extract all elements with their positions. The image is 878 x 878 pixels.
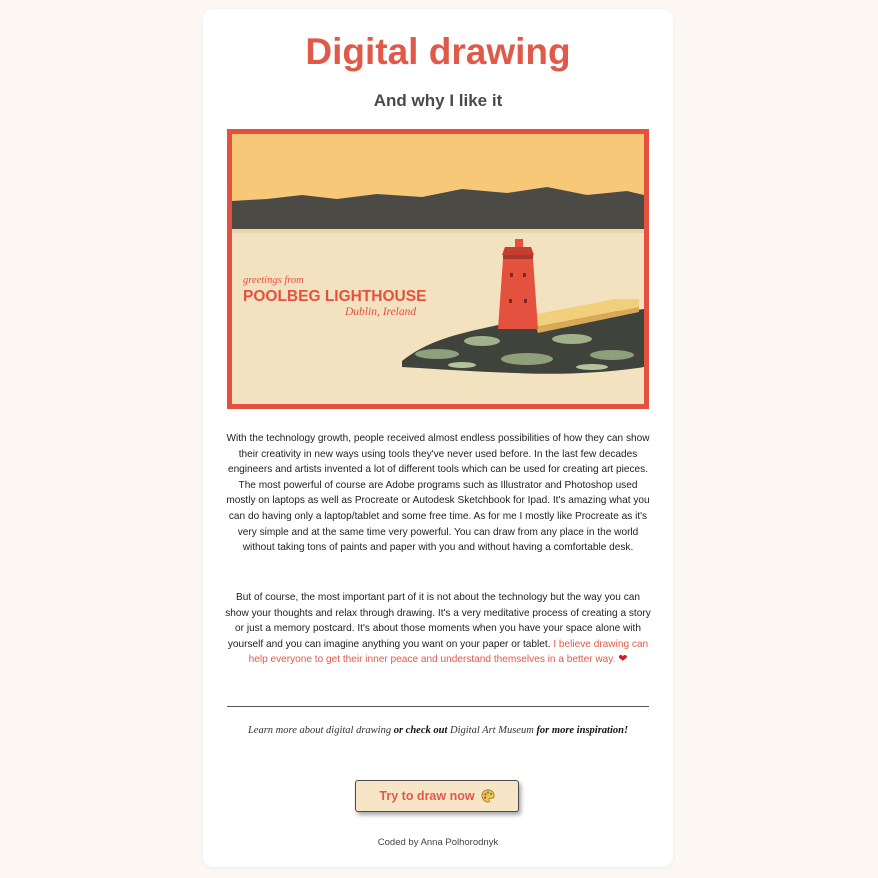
poolbeg-lighthouse-postcard: greetings from POOLBEG LIGHTHOUSE Dublin… bbox=[227, 129, 649, 409]
postcard-place: POOLBEG LIGHTHOUSE bbox=[243, 288, 426, 305]
page-subtitle: And why I like it bbox=[373, 91, 503, 110]
try-to-draw-button[interactable]: Try to draw now bbox=[355, 780, 519, 812]
try-to-draw-label: Try to draw now bbox=[379, 789, 475, 803]
heart-icon: ❤ bbox=[618, 653, 628, 666]
learn-more-line: Learn more about digital drawing or chec… bbox=[203, 725, 673, 736]
learn-more-link[interactable]: Learn more about digital drawing bbox=[248, 725, 391, 736]
palette-icon bbox=[481, 789, 495, 803]
page-title: Digital drawing bbox=[305, 31, 571, 72]
digital-art-museum-link[interactable]: Digital Art Museum bbox=[450, 725, 534, 736]
postcard-location: Dublin, Ireland bbox=[344, 306, 416, 318]
article-paragraph-2: But of course, the most important part o… bbox=[225, 590, 651, 668]
learn-more-suffix: for more inspiration! bbox=[536, 725, 629, 736]
article-paragraph-1: With the technology growth, people recei… bbox=[226, 433, 650, 554]
divider bbox=[227, 706, 649, 707]
footer-credit: Coded by Anna Polhorodnyk bbox=[377, 837, 499, 848]
postcard-greeting: greetings from bbox=[243, 275, 304, 286]
article-card: Digital drawing And why I like it greeti… bbox=[203, 9, 673, 867]
learn-more-connector: or check out bbox=[393, 725, 448, 736]
